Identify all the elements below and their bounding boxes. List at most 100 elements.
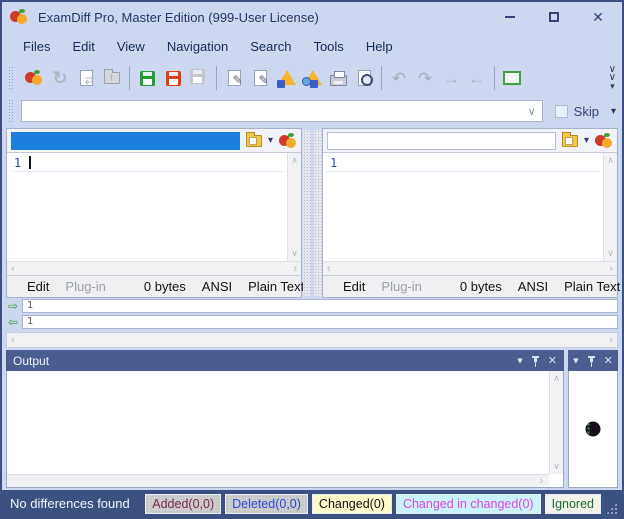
statistics-panel-body[interactable] [568,371,618,488]
edit-second-file-button[interactable]: ✎ [247,64,273,92]
print-preview-button[interactable] [351,64,377,92]
left-encoding-indicator[interactable]: ANSI [194,279,240,294]
right-open-dropdown-icon[interactable]: ▾ [584,135,589,146]
toolbar-overflow-button[interactable]: ∨∨ ▾ [609,66,618,90]
changed-in-changed-badge[interactable]: Changed in changed(0) [396,494,541,514]
first-line-rule [327,171,599,172]
right-plugin-indicator[interactable]: Plug-in [373,279,429,294]
right-diff-map[interactable] [314,130,322,296]
scroll-down-icon[interactable]: ∨ [553,461,560,472]
scroll-right-icon[interactable]: › [609,263,613,275]
left-open-file-icon[interactable] [246,135,262,147]
scroll-down-icon[interactable]: ∨ [607,248,614,259]
right-open-file-icon[interactable] [562,135,578,147]
output-dropdown-icon[interactable]: ▾ [517,354,523,367]
right-edit-indicator[interactable]: Edit [335,279,373,294]
scroll-up-icon[interactable]: ∧ [553,373,560,384]
second-line-inspector-field[interactable]: 1 [22,315,618,329]
left-plugin-indicator[interactable]: Plug-in [57,279,113,294]
inspector-horizontal-scrollbar[interactable]: ‹ › [6,332,618,348]
save-differences-button[interactable] [273,64,299,92]
show-in-window-button[interactable] [499,64,525,92]
left-file-path-box[interactable] [11,132,240,150]
right-format-indicator[interactable]: Plain Text [556,279,624,294]
menu-navigation[interactable]: Navigation [156,36,239,57]
left-editor[interactable]: 1 ∧ ∨ [7,153,301,261]
compare-button[interactable] [21,64,47,92]
statistics-panel-controls: ▾ ✕ [573,354,613,367]
filebar-grip[interactable] [8,99,15,123]
menu-files[interactable]: Files [12,36,61,57]
save-both-button[interactable] [186,64,212,92]
swap-and-recompare-button[interactable]: ⇄ [73,64,99,92]
undo-button[interactable]: ↶ [386,64,412,92]
minimize-button[interactable] [502,9,518,25]
output-panel-body[interactable]: ∧ ∨ › [6,371,564,488]
send-to-folder-button[interactable]: ↑ [99,64,125,92]
line-inspector-second: ⇦ 1 [2,314,622,330]
changed-badge[interactable]: Changed(0) [312,494,392,514]
resize-grip[interactable] [605,502,618,515]
menu-edit[interactable]: Edit [61,36,105,57]
left-vertical-scrollbar[interactable]: ∧ ∨ [287,153,301,261]
status-bar: No differences found Added(0,0) Deleted(… [2,490,622,517]
scroll-left-icon[interactable]: ‹ [11,263,15,275]
scroll-left-icon[interactable]: ‹ [11,334,15,346]
next-difference-button[interactable]: → [438,64,464,92]
print-button[interactable] [325,64,351,92]
menu-view[interactable]: View [106,36,156,57]
maximize-button[interactable] [546,9,562,25]
deleted-badge[interactable]: Deleted(0,0) [225,494,308,514]
menu-help[interactable]: Help [355,36,404,57]
left-diff-map[interactable] [303,130,311,296]
right-file-path-box[interactable] [327,132,556,150]
left-pane: ▾ 1 ∧ ∨ ‹ › Rea Edit Plug-in 0 bytes [6,128,302,298]
output-close-icon[interactable]: ✕ [548,354,557,367]
right-horizontal-scrollbar[interactable]: ‹ › [323,261,617,275]
scroll-up-icon[interactable]: ∧ [607,155,614,166]
right-line-number: 1 [330,156,337,170]
scroll-left-icon[interactable]: ‹ [327,263,331,275]
save-first-button[interactable] [134,64,160,92]
skip-checkbox[interactable] [555,105,568,118]
scroll-right-icon[interactable]: › [609,334,613,346]
maximize-icon [549,12,559,22]
menu-tools[interactable]: Tools [302,36,354,57]
copy-left-arrow-icon[interactable]: ⇦ [6,316,20,328]
output-pin-icon[interactable] [531,355,540,367]
scroll-right-icon[interactable]: › [539,475,543,487]
file-combobox[interactable]: ∨ [21,100,543,122]
previous-difference-button[interactable]: ← [464,64,490,92]
left-open-dropdown-icon[interactable]: ▾ [268,135,273,146]
left-edit-indicator[interactable]: Edit [19,279,57,294]
output-vertical-scrollbar[interactable]: ∧ ∨ [549,371,563,474]
right-compare-icon[interactable] [595,133,613,149]
menu-search[interactable]: Search [239,36,302,57]
statistics-close-icon[interactable]: ✕ [604,354,613,367]
swap-recompare-icon: ⇄ [80,70,93,86]
first-line-inspector-field[interactable]: 1 [22,299,618,313]
statistics-dropdown-icon[interactable]: ▾ [573,354,579,367]
publish-differences-button[interactable] [299,64,325,92]
statistics-pin-icon[interactable] [587,355,596,367]
left-compare-icon[interactable] [279,133,297,149]
right-vertical-scrollbar[interactable]: ∧ ∨ [603,153,617,261]
close-button[interactable]: ✕ [590,9,606,25]
copy-right-arrow-icon[interactable]: ⇨ [6,300,20,312]
edit-first-file-button[interactable]: ✎ [221,64,247,92]
scroll-up-icon[interactable]: ∧ [291,155,298,166]
redo-button[interactable]: ↷ [412,64,438,92]
toolbar-grip[interactable] [8,66,15,90]
output-horizontal-scrollbar[interactable]: › [7,474,549,487]
added-badge[interactable]: Added(0,0) [145,494,221,514]
skip-dropdown-icon[interactable]: ▾ [611,106,616,117]
left-pane-statusbar: Rea Edit Plug-in 0 bytes ANSI Plain Text [7,275,301,297]
right-encoding-indicator[interactable]: ANSI [510,279,556,294]
recompare-button[interactable]: ↻ [47,64,73,92]
left-horizontal-scrollbar[interactable]: ‹ › [7,261,301,275]
save-second-button[interactable] [160,64,186,92]
right-editor[interactable]: 1 ∧ ∨ [323,153,617,261]
ignored-badge[interactable]: Ignored [545,494,601,514]
scroll-down-icon[interactable]: ∨ [291,248,298,259]
scroll-right-icon[interactable]: › [293,263,297,275]
